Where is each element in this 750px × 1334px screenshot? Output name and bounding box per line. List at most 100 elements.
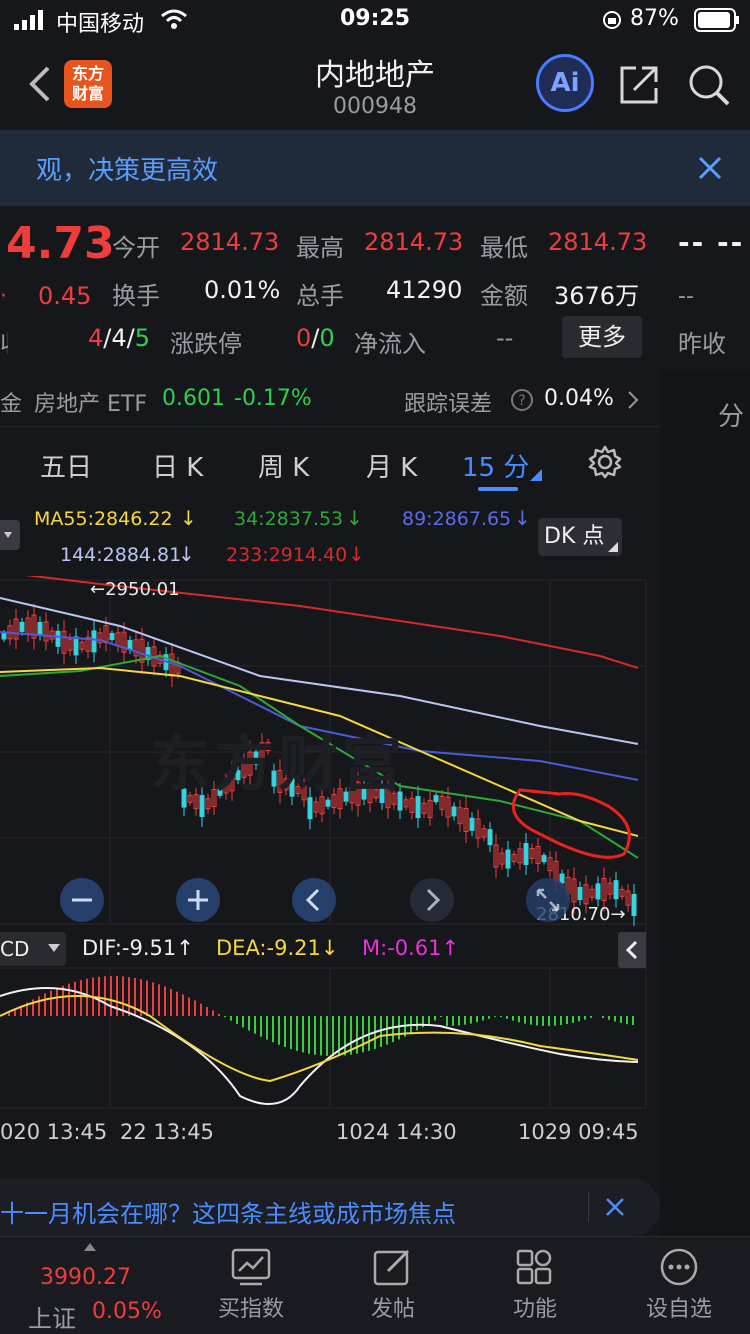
rise-count: 4 <box>88 324 104 352</box>
ma34-value: 34:2837.53 <box>234 508 344 530</box>
macd-bar <box>362 1016 364 1053</box>
header: 东方 财富 内地地产 000948 Ai <box>0 40 750 128</box>
macd-bar <box>224 1016 226 1018</box>
macd-bar <box>332 1016 334 1056</box>
add-watchlist-button[interactable]: 设自选 <box>634 1247 724 1323</box>
post-label: 发帖 <box>370 1297 415 1322</box>
etf-row[interactable]: 金 房地产 ETF 0.601 -0.17% 跟踪误差 ? 0.04% <box>0 370 660 426</box>
dif-label: DIF:-9.51 <box>82 936 177 960</box>
macd-bar <box>212 1010 214 1016</box>
help-icon[interactable]: ? <box>510 388 534 412</box>
wifi-icon <box>161 9 187 29</box>
turnover-label: 换手 <box>112 282 160 310</box>
candle-body <box>73 636 79 656</box>
back-chevron-icon[interactable] <box>24 64 54 104</box>
buy-index-label: 买指数 <box>217 1297 284 1322</box>
corner-triangle-icon <box>608 542 618 552</box>
change-value: 0.45 <box>38 282 92 310</box>
close-icon[interactable] <box>696 154 724 182</box>
macd-bar <box>536 1016 538 1026</box>
settings-gear-icon[interactable] <box>588 445 622 479</box>
m-value: M:-0.61↑ <box>362 936 460 960</box>
candle-body <box>487 829 493 846</box>
candle-body <box>505 849 511 869</box>
macd-bar <box>194 1000 196 1016</box>
more-label: 更多 <box>578 323 626 351</box>
macd-bar <box>632 1016 634 1026</box>
ma55-value: MA55:2846.22 <box>34 508 173 530</box>
ma233-value: 233:2914.40 <box>226 544 348 566</box>
add-watchlist-label: 设自选 <box>645 1297 712 1322</box>
macd-bar <box>230 1016 232 1021</box>
macd-bar <box>608 1016 610 1020</box>
flat-count: 4 <box>111 324 127 352</box>
macd-bar <box>116 976 118 1016</box>
candle-body <box>523 843 529 866</box>
kline-chart-area[interactable]: 东方财富 ←2950.01 2810.70→ CD DIF:-9.51↑ DEA… <box>0 576 660 1166</box>
etf-prefix: 金 <box>0 392 23 417</box>
candle-body <box>19 621 25 632</box>
macd-bar <box>458 1016 460 1026</box>
rise-flat-fall: 4/4/5 <box>88 324 151 352</box>
macd-bar <box>146 980 148 1016</box>
macd-bar <box>152 982 154 1016</box>
macd-bar <box>314 1016 316 1055</box>
tab-monthly-k[interactable]: 月 K <box>366 447 417 484</box>
scroll-left-button[interactable] <box>292 878 336 922</box>
amount-label: 金额 <box>480 282 528 310</box>
tab-15min[interactable]: 15 分 <box>462 447 529 484</box>
more-button[interactable]: 更多 <box>562 316 642 358</box>
indicator-dropdown[interactable] <box>0 520 20 550</box>
status-bar: 中国移动 09:25 87% <box>0 0 750 40</box>
dif-value: DIF:-9.51↑ <box>82 936 194 960</box>
quote-panel: 4.73 · 0.45 收 今开 2814.73 最高 2814.73 最低 2… <box>0 206 660 368</box>
macd-bar <box>188 997 190 1016</box>
macd-bar <box>392 1016 394 1043</box>
zoom-in-button[interactable] <box>176 878 220 922</box>
ai-button[interactable]: Ai <box>536 54 594 112</box>
time-label-3: 1024 14:30 <box>336 1120 457 1144</box>
collapse-panel-button[interactable] <box>618 932 646 968</box>
macd-bar <box>104 976 106 1016</box>
post-button[interactable]: 发帖 <box>348 1247 438 1323</box>
dea-line <box>0 995 639 1083</box>
bottom-bar: 3990.27 上证 0.05% 买指数 发帖 功能 设自选 <box>0 1236 750 1334</box>
search-icon[interactable] <box>686 62 732 108</box>
fullscreen-button[interactable] <box>526 878 570 922</box>
macd-bar <box>218 1013 220 1016</box>
index-value: 3990.27 <box>40 1265 131 1290</box>
etf-name: 房地产 ETF <box>34 392 147 417</box>
scroll-right-button[interactable] <box>410 878 454 922</box>
macd-bar <box>266 1016 268 1040</box>
share-icon[interactable] <box>618 62 662 106</box>
candle-body <box>1 632 7 640</box>
macd-bar <box>566 1016 568 1025</box>
candle-body <box>577 886 583 900</box>
macd-bar <box>470 1016 472 1024</box>
ma89-value: 89:2867.65 <box>402 508 512 530</box>
tab-daily-k[interactable]: 日 K <box>152 447 203 484</box>
tab-weekly-k[interactable]: 周 K <box>258 447 309 484</box>
buy-index-button[interactable]: 买指数 <box>206 1247 296 1323</box>
dk-point-button[interactable]: DK 点 <box>538 518 622 556</box>
macd-bar <box>476 1016 478 1023</box>
promo-banner[interactable]: 观，决策更高效 <box>0 130 750 206</box>
macd-bar <box>158 984 160 1016</box>
function-button[interactable]: 功能 <box>490 1247 580 1323</box>
macd-bar <box>302 1016 304 1053</box>
macd-bar <box>56 988 58 1016</box>
news-ticker[interactable]: 十一月机会在哪？这四条主线或成市场焦点 <box>0 1178 660 1236</box>
time-label-1: 020 13:45 <box>0 1120 108 1144</box>
macd-bar <box>512 1016 514 1021</box>
candle-body <box>595 883 601 900</box>
signal-icon <box>14 10 43 30</box>
close-icon[interactable] <box>604 1196 626 1218</box>
clock: 09:25 <box>340 6 411 31</box>
tab-five-day[interactable]: 五日 <box>40 447 92 484</box>
macd-bar <box>182 994 184 1016</box>
candle-body <box>55 630 61 647</box>
zoom-out-button[interactable] <box>60 878 104 922</box>
battery-icon <box>694 8 739 32</box>
macd-selector[interactable]: CD <box>0 932 66 966</box>
macd-bar <box>254 1016 256 1034</box>
